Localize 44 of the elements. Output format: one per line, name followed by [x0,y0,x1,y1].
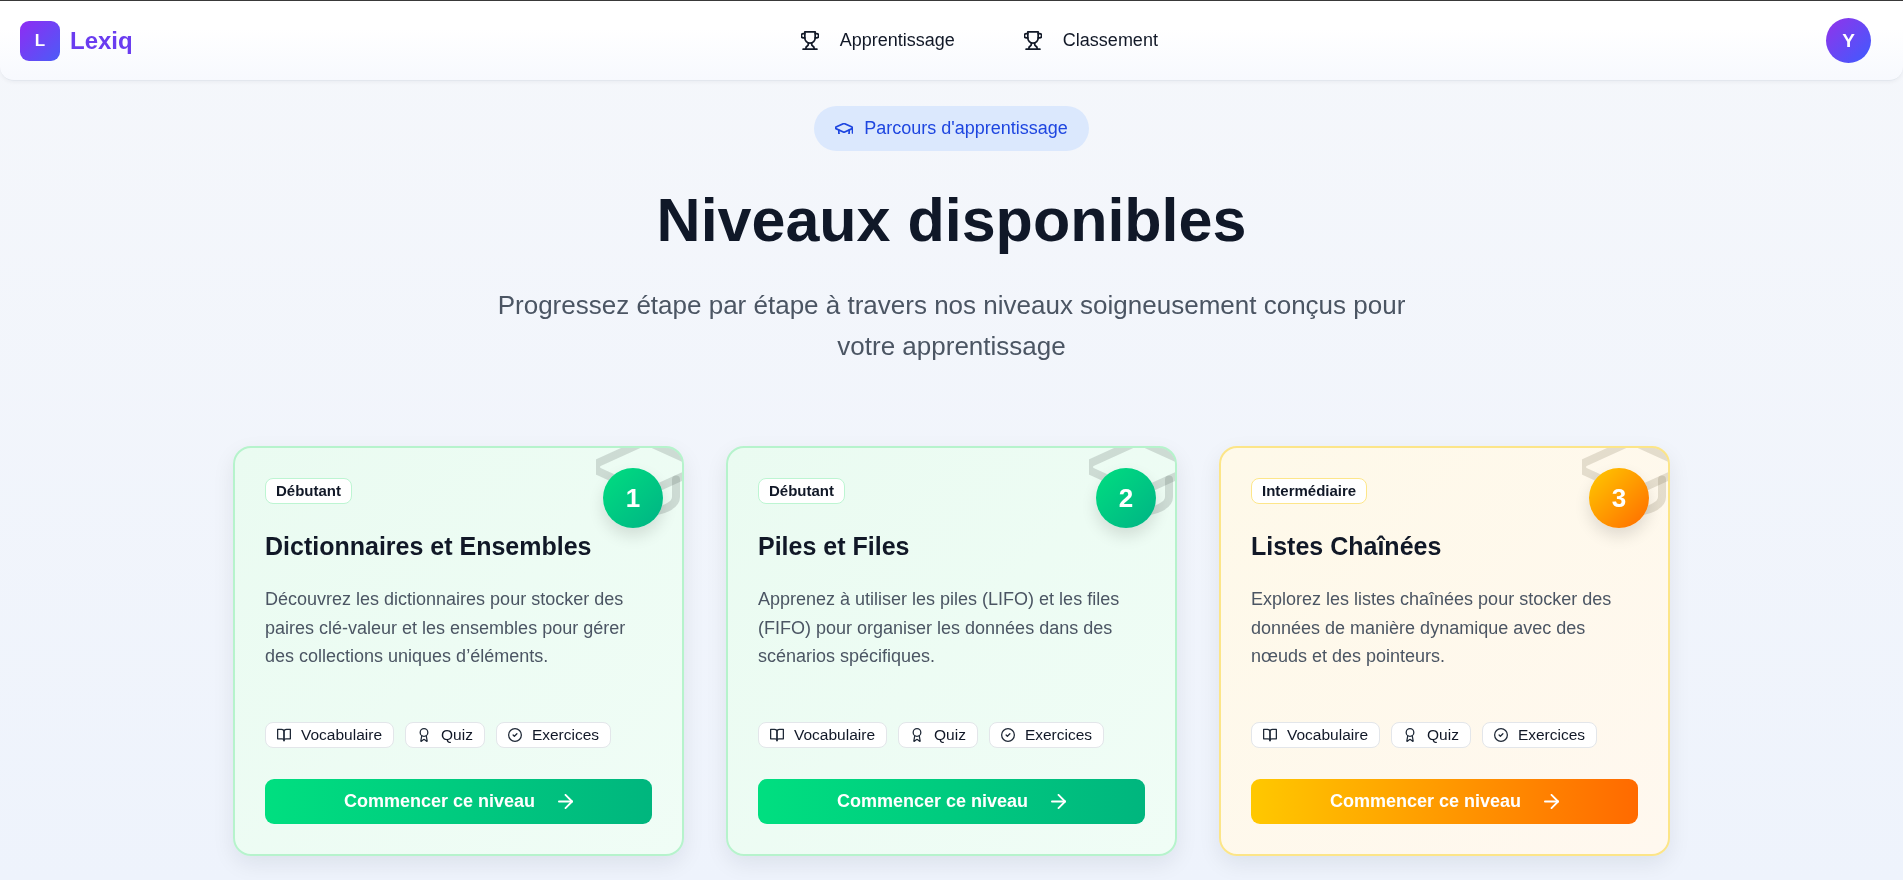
feature-label: Quiz [1427,725,1459,744]
graduation-cap-icon [835,123,854,134]
arrow-right-icon [558,793,574,809]
feature-label: Exercices [1024,725,1093,744]
feature-label: Exercices [1517,725,1586,744]
page-title: Niveaux disponibles [656,185,1247,256]
award-icon [910,727,924,742]
arrow-right-icon [1544,793,1560,809]
award-icon [1403,727,1417,742]
feature-label: Vocabulaire [1287,725,1368,744]
check-circle-icon [1493,727,1508,742]
brand-name[interactable]: Lexiq [70,26,133,55]
level-description: Explorez les listes chaînées pour stocker des données de manière dynamique avec des nœuds et des pointeurs. [1251,588,1613,668]
section-badge-label: Parcours d'apprentissage [864,118,1068,139]
check-circle-icon [507,727,522,742]
level-description: Apprenez à utiliser les piles (LIFO) et les files (FIFO) pour organiser les données dans des scénarios spécifiques. [758,588,1121,668]
level-description: Découvrez les dictionnaires pour stocker des paires clé-valeur et les ensembles pour gérer des collections uniques d’éléments. [265,588,627,668]
feature-label: Vocabulaire [794,725,875,744]
check-circle-icon [1000,727,1015,742]
nav-link[interactable]: Apprentissage [786,22,969,59]
feature-label: Quiz [441,725,473,744]
feature-label: Exercices [531,725,600,744]
difficulty-tag: Intermédiaire [1251,478,1368,504]
difficulty-tag: Débutant [758,478,845,504]
trophy-icon [800,31,819,50]
level-title: Listes Chaînées [1251,531,1443,562]
feature-label: Vocabulaire [301,725,382,744]
book-icon [770,727,784,742]
level-title: Piles et Files [758,531,911,562]
difficulty-tag: Débutant [265,478,352,504]
book-icon [1263,727,1277,742]
level-number: 2 [1096,468,1156,528]
award-icon [417,727,431,742]
logo-mark[interactable]: L [20,20,60,61]
user-avatar[interactable]: Y [1826,18,1871,63]
arrow-right-icon [1051,793,1067,809]
level-number: 3 [1589,468,1649,528]
trophy-icon [1023,31,1042,50]
nav-link[interactable]: Classement [1009,22,1172,59]
book-icon [277,727,291,742]
level-title: Dictionnaires et Ensembles [265,531,593,562]
page-subtitle: Progressez étape par étape à travers nos niveaux soigneusement conçus pour votre apprentissage [496,289,1407,363]
feature-label: Quiz [934,725,966,744]
level-number: 1 [603,468,663,528]
